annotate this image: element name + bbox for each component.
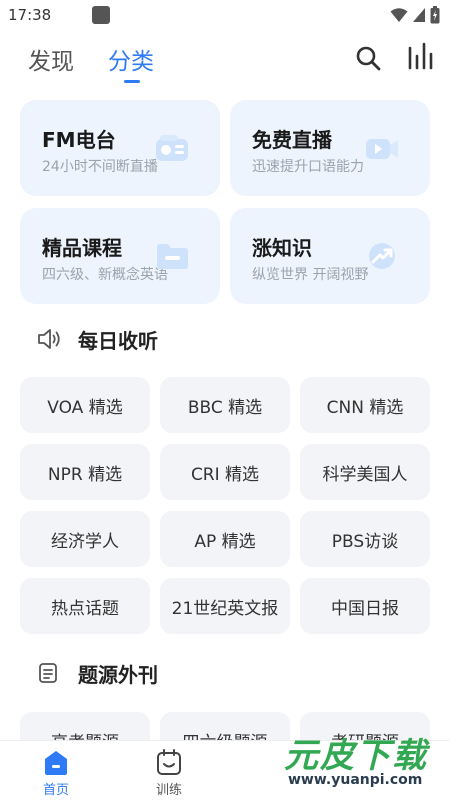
chip-hot-topics[interactable]: 热点话题 — [20, 578, 150, 634]
calendar-icon — [157, 749, 181, 775]
watermark-title: 元皮下载 — [284, 736, 428, 776]
card-fm-radio[interactable]: FM电台 24小时不间断直播 — [20, 100, 220, 196]
section-title: 题源外刊 — [78, 662, 158, 687]
search-icon[interactable] — [354, 44, 382, 72]
status-time: 17:38 — [8, 6, 52, 24]
card-knowledge[interactable]: 涨知识 纵览世界 开阔视野 — [230, 208, 430, 304]
card-free-live[interactable]: 免费直播 迅速提升口语能力 — [230, 100, 430, 196]
speaker-icon — [38, 329, 60, 349]
card-title: 免费直播 — [252, 128, 332, 152]
card-title: 涨知识 — [252, 236, 312, 260]
nav-training-label: 训练 — [155, 783, 182, 798]
wifi-icon — [390, 8, 408, 22]
battery-icon — [430, 6, 440, 24]
chip-economist[interactable]: 经济学人 — [20, 511, 150, 567]
top-navigation: 发现 分类 — [0, 36, 450, 88]
watermark-url: www.yuanpi.com — [288, 772, 423, 788]
system-icons — [390, 6, 440, 24]
chip-pbs[interactable]: PBS访谈 — [300, 511, 430, 567]
notification-app-icon — [92, 6, 110, 24]
tab-discover[interactable]: 发现 — [28, 42, 74, 76]
chip-scientific-american[interactable]: 科学美国人 — [300, 444, 430, 500]
home-icon — [45, 751, 67, 775]
folder-icon — [157, 244, 188, 269]
section-question-source-header: 题源外刊 — [36, 658, 158, 688]
watermark-logo: 元皮下载 www.yuanpi.com — [274, 728, 442, 794]
signal-icon — [413, 8, 425, 22]
card-title: FM电台 — [42, 128, 116, 152]
chip-cnn[interactable]: CNN 精选 — [300, 377, 430, 433]
card-subtitle: 四六级、新概念英语 — [42, 267, 168, 283]
section-title: 每日收听 — [78, 328, 158, 353]
active-tab-indicator — [124, 80, 140, 83]
chip-ap[interactable]: AP 精选 — [160, 511, 290, 567]
section-daily-listen-header: 每日收听 — [36, 324, 158, 354]
chip-voa[interactable]: VOA 精选 — [20, 377, 150, 433]
tab-category[interactable]: 分类 — [108, 42, 154, 76]
nav-home-label: 首页 — [42, 783, 69, 798]
chip-cri[interactable]: CRI 精选 — [160, 444, 290, 500]
nav-training[interactable]: 训练 — [139, 745, 199, 799]
chip-21st-century[interactable]: 21世纪英文报 — [160, 578, 290, 634]
radio-icon — [156, 135, 188, 161]
nav-home[interactable]: 首页 — [26, 745, 86, 799]
trend-arrow-icon — [369, 243, 395, 269]
card-subtitle: 纵览世界 开阔视野 — [252, 267, 369, 283]
card-subtitle: 24小时不间断直播 — [42, 159, 158, 175]
status-bar: 17:38 — [0, 0, 450, 32]
card-subtitle: 迅速提升口语能力 — [252, 159, 364, 175]
chip-npr[interactable]: NPR 精选 — [20, 444, 150, 500]
stats-chart-icon[interactable] — [406, 42, 434, 70]
chip-bbc[interactable]: BBC 精选 — [160, 377, 290, 433]
card-premium-course[interactable]: 精品课程 四六级、新概念英语 — [20, 208, 220, 304]
video-camera-icon — [366, 139, 398, 159]
card-title: 精品课程 — [42, 236, 122, 260]
document-list-icon — [39, 663, 57, 683]
chip-china-daily[interactable]: 中国日报 — [300, 578, 430, 634]
